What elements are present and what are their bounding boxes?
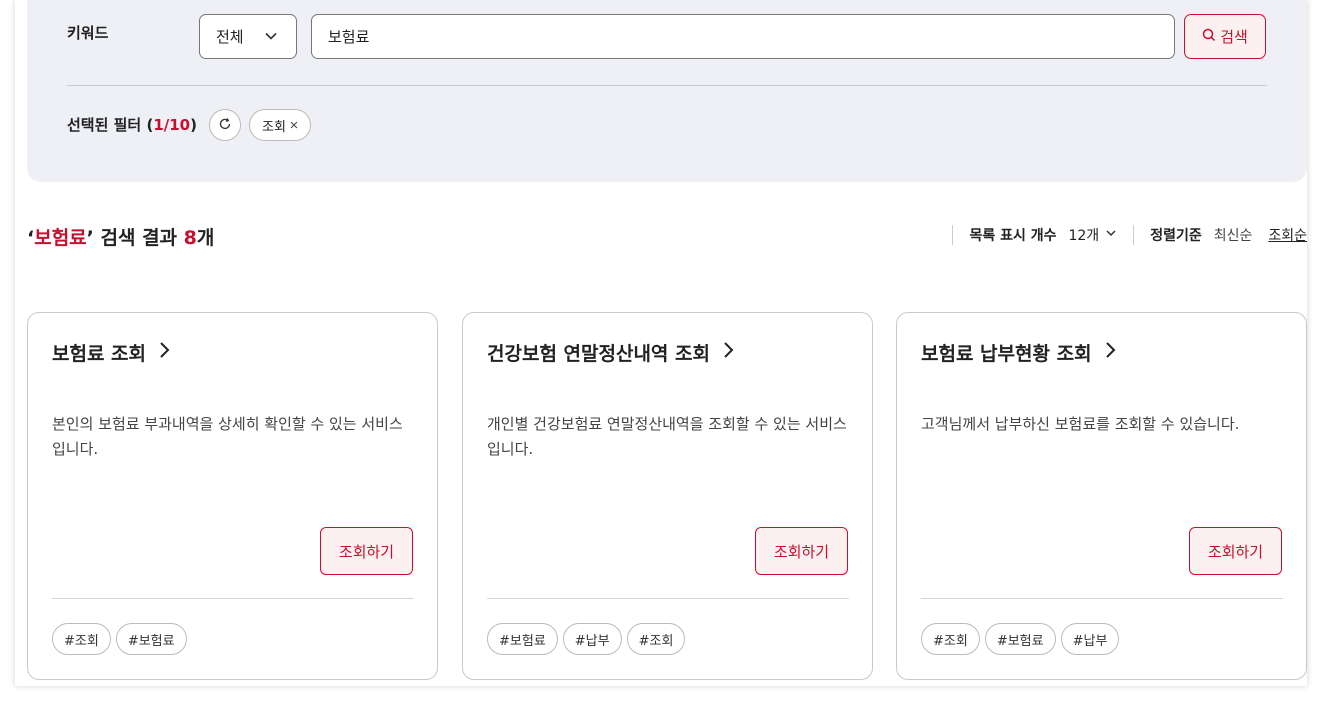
page-viewport: 키워드 전체 검색 선택된 필터 (1/10) 조회 (15, 0, 1307, 686)
chevron-down-icon (264, 29, 278, 47)
result-quote-close: ’ (86, 227, 94, 249)
search-scope-value: 전체 (216, 28, 244, 46)
keyword-label: 키워드 (67, 24, 109, 42)
card-title-link[interactable]: 건강보험 연말정산내역 조회 (487, 339, 734, 366)
result-count-unit: 개 (196, 227, 215, 249)
tag[interactable]: #납부 (1060, 623, 1120, 655)
selected-filter-count: 1/10 (153, 116, 191, 134)
search-input[interactable] (311, 14, 1175, 59)
service-card: 보험료 조회 본인의 보험료 부과내역을 상세히 확인할 수 있는 서비스 입니… (27, 312, 438, 680)
chevron-down-icon (1105, 227, 1117, 243)
card-title: 보험료 조회 (52, 343, 147, 365)
tag[interactable]: #납부 (562, 623, 622, 655)
chevron-right-icon (722, 341, 734, 364)
result-mid-text: 검색 결과 (93, 227, 184, 249)
filter-chip-label: 조회 (262, 119, 286, 135)
chevron-right-icon (158, 341, 170, 364)
card-description: 개인별 건강보험료 연말정산내역을 조회할 수 있는 서비스입니다. (487, 415, 847, 458)
result-summary: ‘보험료’ 검색 결과 8개 (27, 223, 214, 250)
result-count: 8 (183, 227, 197, 249)
chevron-right-icon (1104, 341, 1116, 364)
sort-views[interactable]: 조회순 (1268, 225, 1307, 245)
search-icon (1202, 28, 1216, 46)
service-card: 보험료 납부현황 조회 고객님께서 납부하신 보험료를 조회할 수 있습니다. … (896, 312, 1307, 680)
selected-filter-suffix: ) (190, 116, 197, 134)
refresh-icon (218, 116, 232, 135)
filter-panel: 키워드 전체 검색 선택된 필터 (1/10) 조회 (27, 0, 1307, 182)
search-scope-select[interactable]: 전체 (199, 14, 297, 59)
card-title-link[interactable]: 보험료 납부현황 조회 (921, 339, 1116, 366)
card-title: 건강보험 연말정산내역 조회 (487, 343, 710, 365)
list-count-label: 목록 표시 개수 (969, 228, 1057, 244)
selected-filter-prefix: 선택된 필터 ( (67, 116, 154, 134)
sort-latest[interactable]: 최신순 (1214, 225, 1253, 245)
search-button[interactable]: 검색 (1184, 14, 1266, 59)
card-divider (921, 598, 1283, 599)
tag[interactable]: #조회 (626, 623, 686, 655)
tag[interactable]: #보험료 (984, 623, 1056, 655)
close-icon[interactable] (290, 118, 298, 133)
card-title-link[interactable]: 보험료 조회 (52, 339, 170, 366)
service-card: 건강보험 연말정산내역 조회 개인별 건강보험료 연말정산내역을 조회할 수 있… (462, 312, 873, 680)
tag[interactable]: #보험료 (115, 623, 187, 655)
card-divider (52, 598, 414, 599)
sort-label: 정렬기준 (1150, 228, 1202, 244)
card-description: 고객님께서 납부하신 보험료를 조회할 수 있습니다. (921, 415, 1240, 433)
search-button-label: 검색 (1220, 28, 1248, 46)
reset-filter-button[interactable] (209, 109, 241, 141)
card-description: 본인의 보험료 부과내역을 상세히 확인할 수 있는 서비스 입니다. (52, 415, 403, 458)
result-keyword: 보험료 (34, 227, 87, 249)
tag[interactable]: #보험료 (487, 623, 558, 655)
list-count-select[interactable]: 12개 (1068, 225, 1117, 245)
inquiry-button[interactable]: 조회하기 (320, 527, 413, 575)
inquiry-button[interactable]: 조회하기 (755, 527, 848, 575)
tag[interactable]: #조회 (921, 623, 980, 655)
card-divider (487, 598, 849, 599)
list-count-value: 12개 (1068, 228, 1100, 244)
card-tags: #조회 #보험료 (52, 623, 187, 655)
toolbar-separator (1133, 225, 1135, 245)
card-tags: #조회 #보험료 #납부 (921, 623, 1120, 655)
filter-chip[interactable]: 조회 (249, 109, 311, 141)
inquiry-button[interactable]: 조회하기 (1189, 527, 1282, 575)
selected-filter-label: 선택된 필터 (1/10) (67, 114, 197, 135)
filter-divider (67, 85, 1267, 86)
result-toolbar: 목록 표시 개수 12개 정렬기준 최신순 조회순 (952, 224, 1307, 246)
card-tags: #보험료 #납부 #조회 (487, 623, 686, 655)
tag[interactable]: #조회 (52, 623, 111, 655)
toolbar-separator (952, 225, 954, 245)
card-title: 보험료 납부현황 조회 (921, 343, 1092, 365)
